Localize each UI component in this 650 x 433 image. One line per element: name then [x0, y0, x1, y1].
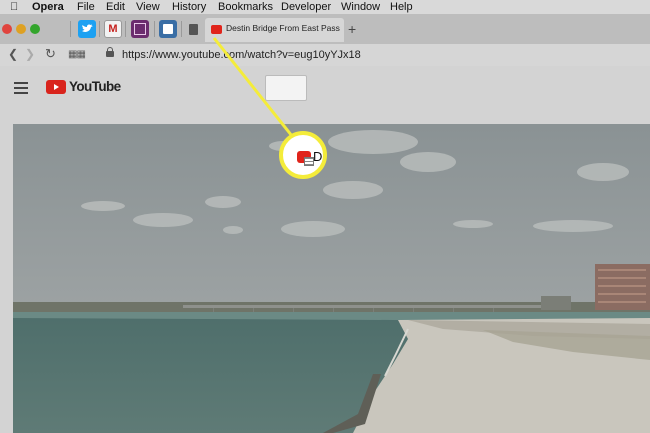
tab-separator — [154, 21, 155, 37]
pinned-tab-gmail[interactable]: M — [104, 20, 122, 38]
favicon-magnifier-callout: D — [279, 131, 327, 179]
menu-window[interactable]: Window — [341, 0, 380, 14]
gmail-icon: M — [108, 22, 118, 35]
menu-history[interactable]: History — [172, 0, 206, 14]
tab-separator — [70, 21, 71, 37]
document-blue-icon — [163, 24, 173, 34]
maximize-window-button[interactable] — [30, 24, 40, 34]
callout-letter: D — [313, 149, 323, 164]
tab-strip: M Destin Bridge From East Pass Th + — [0, 14, 650, 44]
menu-app-name[interactable]: Opera — [32, 0, 64, 14]
page-content: YouTube D — [0, 37, 650, 433]
youtube-favicon-icon — [211, 25, 222, 34]
menu-file[interactable]: File — [77, 0, 95, 14]
new-tab-button[interactable]: + — [348, 21, 356, 37]
menu-edit[interactable]: Edit — [106, 0, 125, 14]
forward-arrow-icon[interactable]: ❯ — [25, 47, 35, 61]
youtube-logo-text: YouTube — [69, 79, 121, 94]
hamburger-menu-icon[interactable] — [14, 82, 28, 97]
apple-menu-icon[interactable]:  — [10, 0, 18, 14]
callout-pointer-line — [212, 37, 294, 137]
menu-view[interactable]: View — [136, 0, 160, 14]
tab-separator — [125, 21, 126, 37]
pinned-tab-app[interactable] — [131, 20, 149, 38]
menu-bookmarks[interactable]: Bookmarks — [218, 0, 273, 14]
document-icon — [188, 23, 198, 35]
minimize-window-button[interactable] — [16, 24, 26, 34]
twitter-icon — [82, 24, 93, 32]
pinned-tab-publisher[interactable] — [159, 20, 177, 38]
youtube-favicon-icon — [297, 151, 314, 166]
menu-help[interactable]: Help — [390, 0, 413, 14]
tab-separator — [181, 21, 182, 37]
video-frame-image — [13, 124, 650, 433]
menu-developer[interactable]: Developer — [281, 0, 331, 14]
pinned-tab-twitter[interactable] — [78, 20, 96, 38]
tab-title: Destin Bridge From East Pass Th — [226, 23, 340, 33]
speed-dial-grid-icon[interactable]: ▦▦ — [68, 49, 86, 60]
video-player[interactable] — [13, 124, 650, 433]
close-window-button[interactable] — [2, 24, 12, 34]
tab-separator — [99, 21, 100, 37]
back-arrow-icon[interactable]: ❮ — [8, 47, 18, 61]
lock-icon — [106, 47, 114, 57]
address-bar: ❮ ❯ ↻ ▦▦ https://www.youtube.com/watch?v… — [0, 44, 650, 66]
reload-icon[interactable]: ↻ — [45, 46, 56, 62]
grid-app-icon — [134, 23, 146, 35]
menu-bar:  Opera File Edit View History Bookmarks… — [0, 0, 650, 14]
youtube-play-icon — [46, 80, 66, 94]
